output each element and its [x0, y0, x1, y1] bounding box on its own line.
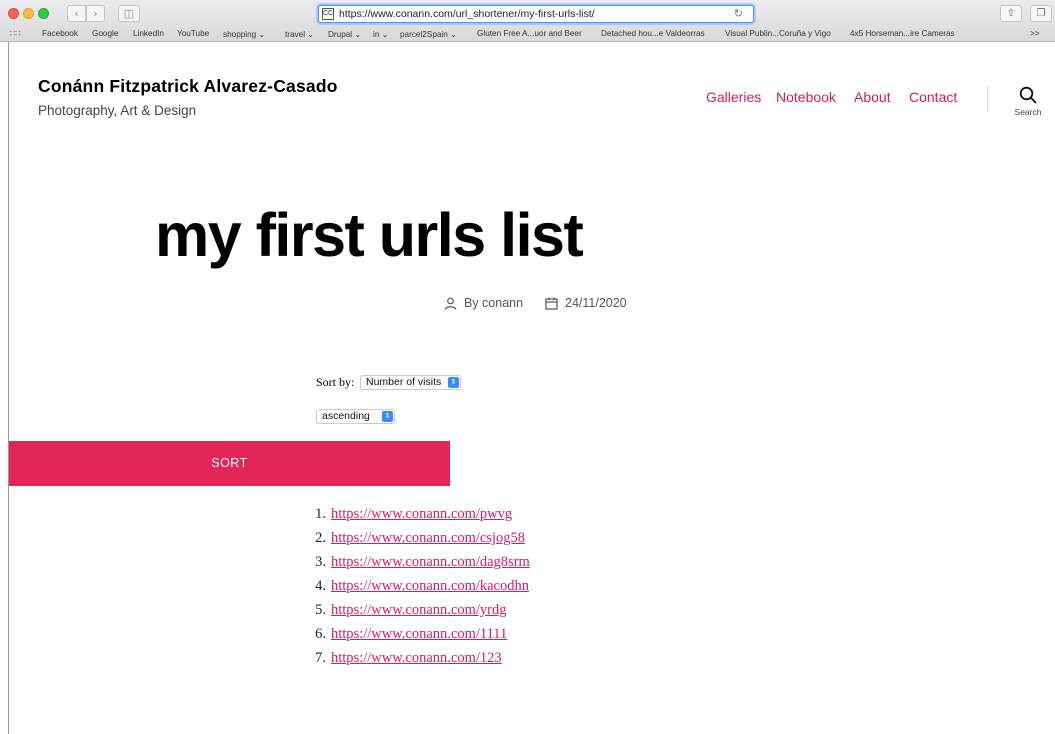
- site-title[interactable]: Conánn Fitzpatrick Alvarez-Casado: [38, 76, 338, 97]
- sort-order-select[interactable]: ascending ⇕: [316, 409, 395, 424]
- tab-overview-button[interactable]: ❐: [1030, 5, 1052, 22]
- bookmark-item[interactable]: in ⌄: [373, 29, 389, 39]
- sidebar-toggle-button[interactable]: ◫: [118, 5, 140, 22]
- sort-by-label: Sort by:: [316, 375, 355, 389]
- select-arrows-icon: ⇕: [448, 377, 459, 388]
- user-icon: [444, 297, 457, 310]
- share-button[interactable]: ⇧: [1000, 5, 1022, 22]
- bookmark-item[interactable]: Google: [92, 29, 118, 38]
- page-title: my first urls list: [155, 201, 584, 269]
- forward-button[interactable]: ›: [86, 5, 105, 22]
- address-url[interactable]: https://www.conann.com/url_shortener/my-…: [339, 8, 595, 20]
- post-date-link[interactable]: 24/11/2020: [565, 296, 627, 310]
- post-author-link[interactable]: By conann: [464, 296, 523, 310]
- bookmark-item[interactable]: YouTube: [177, 29, 209, 38]
- chevron-left-icon: ‹: [74, 7, 79, 20]
- bookmark-item[interactable]: shopping ⌄: [223, 29, 265, 39]
- bookmark-item[interactable]: Detached hou...e Valdeorras: [601, 29, 705, 38]
- menu-item-contact[interactable]: Contact: [909, 89, 957, 105]
- bookmarks-more-button[interactable]: >>: [1030, 29, 1040, 38]
- list-number: 2.: [315, 530, 326, 546]
- reload-icon[interactable]: ↻: [734, 7, 743, 20]
- list-number: 1.: [315, 506, 326, 522]
- url-link[interactable]: https://www.conann.com/pwvg: [331, 506, 512, 523]
- post-date: 24/11/2020: [545, 296, 627, 310]
- share-icon: ⇧: [1006, 8, 1016, 19]
- bookmark-item[interactable]: Drupal ⌄: [328, 29, 361, 39]
- chevron-right-icon: ›: [93, 7, 98, 20]
- close-window-button[interactable]: [8, 8, 19, 19]
- browser-toolbar: ‹ › ◫ CC https://www.conann.com/url_shor…: [0, 0, 1055, 26]
- tabs-icon: ❐: [1036, 8, 1046, 19]
- back-button[interactable]: ‹: [67, 5, 86, 22]
- menu-item-about[interactable]: About: [854, 89, 891, 105]
- sort-order-value: ascending: [322, 410, 370, 422]
- bookmark-item[interactable]: travel ⌄: [285, 29, 314, 39]
- url-link[interactable]: https://www.conann.com/csjog58: [331, 530, 525, 547]
- select-arrows-icon: ⇕: [382, 411, 393, 422]
- bookmarks-bar: ∷∷ Facebook Google LinkedIn YouTube shop…: [0, 27, 1055, 42]
- list-number: 4.: [315, 578, 326, 594]
- bookmark-item[interactable]: Gluten Free A...uor and Beer: [477, 29, 582, 38]
- search-label: Search: [1014, 107, 1042, 117]
- url-link[interactable]: https://www.conann.com/dag8srm: [331, 554, 530, 571]
- bookmark-item[interactable]: parcel2Spain ⌄: [400, 29, 457, 39]
- list-number: 3.: [315, 554, 326, 570]
- bookmark-item[interactable]: Visual Publin...Coruña y Vigo: [725, 29, 831, 38]
- url-link[interactable]: https://www.conann.com/kacodhn: [331, 578, 529, 595]
- search-icon: [1019, 86, 1037, 104]
- list-number: 7.: [315, 650, 326, 666]
- list-number: 5.: [315, 602, 326, 618]
- menu-divider: [987, 86, 988, 112]
- grid-icon[interactable]: ∷∷: [10, 29, 20, 38]
- url-link[interactable]: https://www.conann.com/123: [331, 650, 502, 667]
- site-description: Photography, Art & Design: [38, 103, 197, 118]
- calendar-icon: [545, 297, 558, 310]
- bookmark-item[interactable]: 4x5 Horseman...ire Cameras: [850, 29, 955, 38]
- sort-field-select[interactable]: Number of visits ⇕: [360, 375, 461, 390]
- browser-chrome: ‹ › ◫ CC https://www.conann.com/url_shor…: [0, 0, 1055, 42]
- address-bar[interactable]: CC https://www.conann.com/url_shortener/…: [318, 5, 754, 23]
- minimize-window-button[interactable]: [23, 8, 34, 19]
- sidebar-icon: ◫: [123, 7, 135, 20]
- sort-field-value: Number of visits: [366, 376, 442, 388]
- url-link[interactable]: https://www.conann.com/yrdg: [331, 602, 506, 619]
- list-number: 6.: [315, 626, 326, 642]
- site-favicon-icon: CC: [322, 8, 334, 20]
- post-author: By conann: [444, 296, 523, 310]
- menu-item-notebook[interactable]: Notebook: [776, 89, 836, 105]
- url-link[interactable]: https://www.conann.com/1111: [331, 626, 507, 643]
- bookmark-item[interactable]: LinkedIn: [133, 29, 164, 38]
- sort-button[interactable]: SORT: [9, 441, 450, 486]
- zoom-window-button[interactable]: [38, 8, 49, 19]
- window-edge: [8, 42, 9, 734]
- search-toggle-button[interactable]: Search: [1008, 86, 1048, 126]
- menu-item-galleries[interactable]: Galleries: [706, 89, 761, 105]
- bookmark-item[interactable]: Facebook: [42, 29, 78, 38]
